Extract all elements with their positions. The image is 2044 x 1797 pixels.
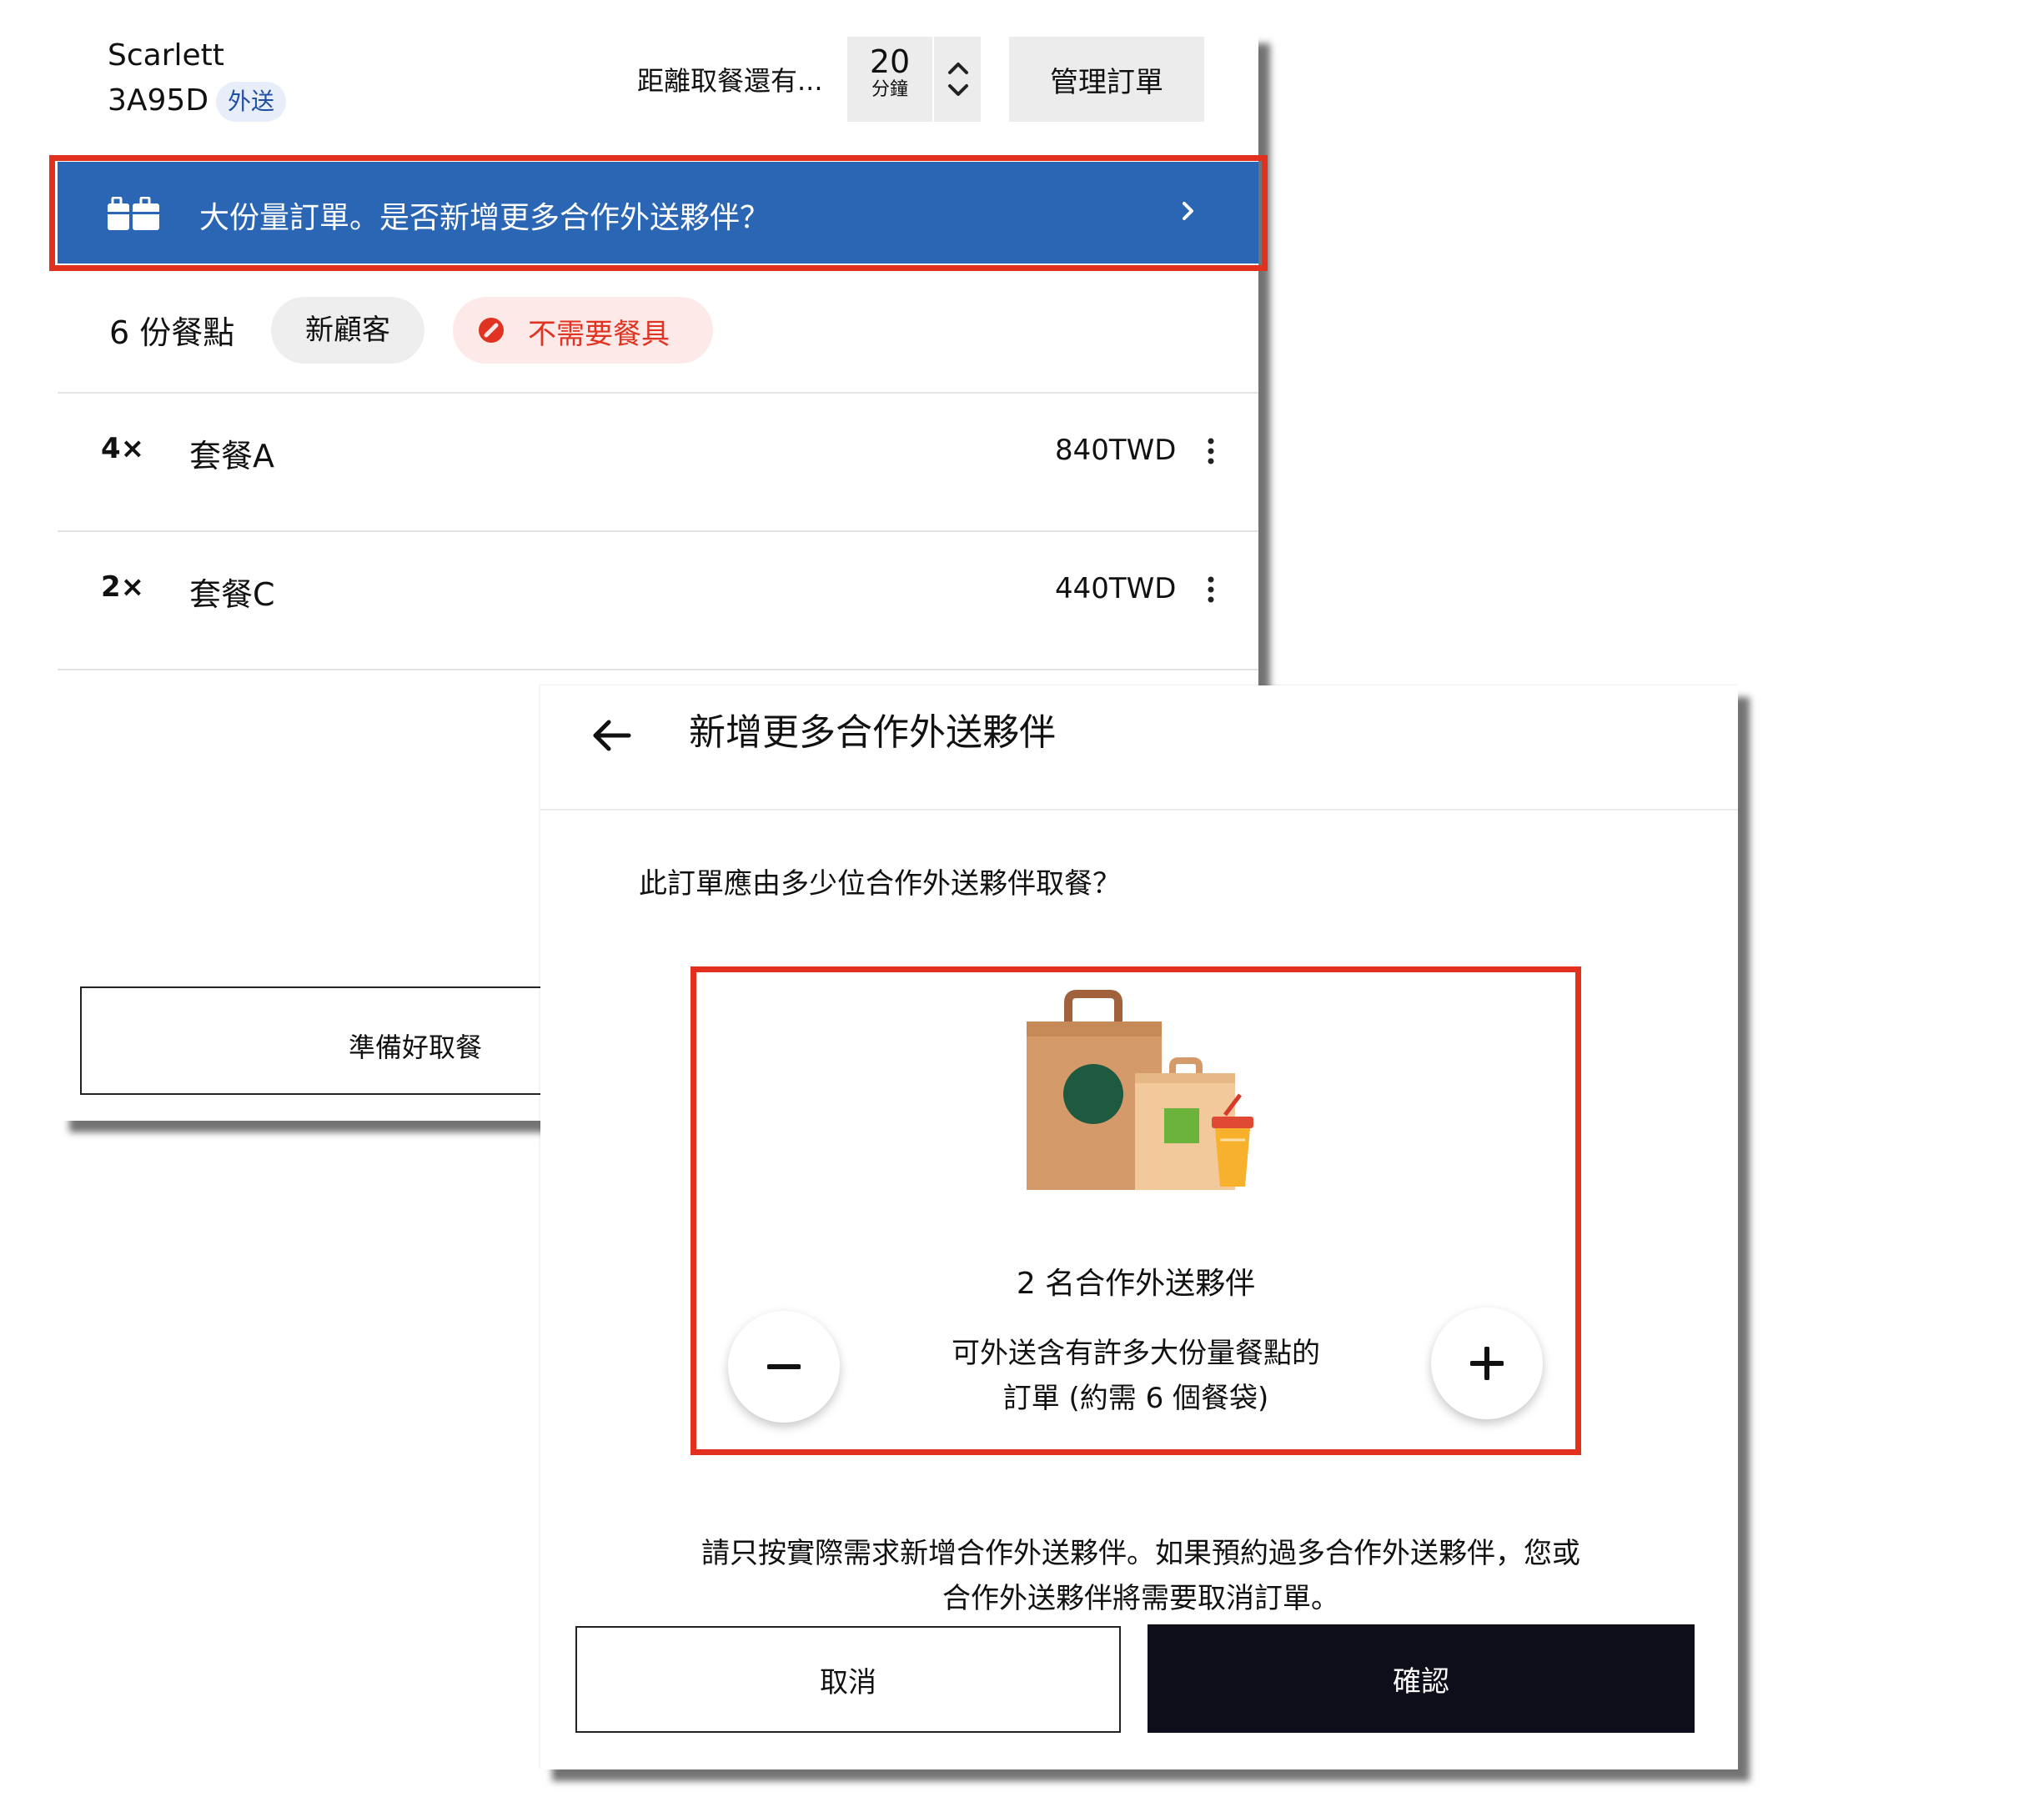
courier-description-line: 可外送含有許多大份量餐點的	[952, 1337, 1320, 1370]
ready-for-pickup-button[interactable]: 準備好取餐	[80, 986, 580, 1095]
courier-count-selector: 2 名合作外送夥伴 可外送含有許多大份量餐點的 訂單 (約需 6 個餐袋)	[693, 969, 1579, 1453]
new-customer-tag: 新顧客	[271, 297, 424, 364]
plus-icon	[1431, 1347, 1543, 1380]
warning-line: 請只按實際需求新增合作外送夥伴。如果預約過多合作外送夥伴，您或	[701, 1537, 1580, 1570]
add-courier-dialog: 新增更多合作外送夥伴 此訂單應由多少位合作外送夥伴取餐？ 2 名合作外送夥伴 可…	[540, 685, 1738, 1769]
courier-question: 此訂單應由多少位合作外送夥伴取餐？	[639, 867, 1121, 901]
item-price: 440TWD	[1055, 572, 1177, 605]
no-utensils-label: 不需要餐具	[528, 318, 670, 351]
pickup-minutes-display: 20 分鐘	[847, 37, 932, 122]
large-order-banner-text: 大份量訂單。是否新增更多合作外送夥伴？	[199, 201, 771, 235]
courier-description-line: 訂單 (約需 6 個餐袋)	[1002, 1382, 1269, 1415]
confirm-button[interactable]: 確認	[1148, 1624, 1695, 1733]
more-vertical-icon[interactable]	[1207, 437, 1215, 469]
shopping-bags-icon	[108, 196, 159, 233]
cancel-button[interactable]: 取消	[575, 1626, 1121, 1733]
divider	[58, 669, 1258, 670]
decrement-couriers-button[interactable]	[728, 1311, 840, 1423]
item-name: 套餐A	[189, 438, 274, 474]
delivery-bags-illustration	[1027, 990, 1268, 1193]
minus-icon	[728, 1363, 840, 1371]
divider	[58, 530, 1258, 532]
no-entry-icon	[478, 317, 505, 347]
ready-for-pickup-label: 準備好取餐	[349, 1032, 483, 1063]
warning-line: 合作外送夥伴將需要取消訂單。	[942, 1582, 1339, 1615]
large-order-banner[interactable]: 大份量訂單。是否新增更多合作外送夥伴？	[58, 162, 1258, 264]
divider	[58, 392, 1258, 394]
meal-count: 6 份餐點	[109, 314, 235, 351]
item-quantity: 4×	[101, 432, 145, 465]
no-utensils-tag: 不需要餐具	[453, 297, 713, 364]
delivery-badge: 外送	[216, 82, 287, 122]
item-name: 套餐C	[189, 576, 275, 613]
order-code: 3A95D	[108, 83, 209, 118]
item-quantity: 2×	[101, 570, 145, 604]
overbooking-warning: 請只按實際需求新增合作外送夥伴。如果預約過多合作外送夥伴，您或 合作外送夥伴將需…	[640, 1531, 1641, 1621]
chevron-right-icon	[1180, 198, 1197, 227]
manage-order-button[interactable]: 管理訂單	[1009, 37, 1204, 122]
dialog-title: 新增更多合作外送夥伴	[689, 711, 1056, 754]
pickup-minutes-stepper[interactable]: 20 分鐘	[847, 37, 981, 122]
courier-count-description: 可外送含有許多大份量餐點的 訂單 (約需 6 個餐袋)	[901, 1331, 1370, 1421]
customer-name: Scarlett	[108, 38, 224, 73]
item-price: 840TWD	[1055, 434, 1177, 467]
courier-count-label: 2 名合作外送夥伴	[1016, 1267, 1256, 1301]
arrow-left-icon[interactable]	[590, 719, 632, 755]
pickup-minutes-value: 20	[869, 43, 911, 80]
more-vertical-icon[interactable]	[1207, 575, 1215, 607]
divider	[540, 809, 1738, 811]
chevron-up-down-icon[interactable]	[932, 37, 981, 122]
increment-couriers-button[interactable]	[1431, 1308, 1543, 1419]
pickup-minutes-unit: 分鐘	[871, 79, 908, 100]
